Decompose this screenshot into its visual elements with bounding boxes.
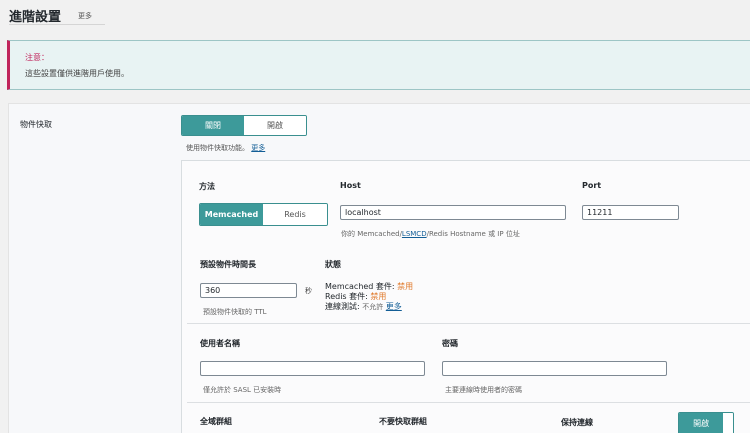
- object-cache-help: 使用物件快取功能。 更多: [186, 143, 265, 153]
- method-memcached-option[interactable]: Memcached: [200, 204, 263, 225]
- notice-text: 這些設置僅供進階用戶使用。: [25, 69, 129, 78]
- host-help: 你的 Memcached/LSMCD/Redis Hostname 或 IP 位…: [341, 229, 520, 239]
- object-cache-off-option[interactable]: 關閉: [182, 116, 244, 135]
- notice-title: 注意：: [25, 53, 49, 62]
- section-divider: [187, 323, 750, 324]
- toggle-knob[interactable]: [723, 413, 733, 433]
- ttl-label: 預設物件時間長: [200, 260, 256, 269]
- host-input[interactable]: localhost: [340, 205, 566, 220]
- method-toggle[interactable]: Memcached Redis: [199, 203, 328, 226]
- lsmcd-link[interactable]: LSMCD: [402, 230, 427, 238]
- memcached-status: Memcached 套件: 禁用: [325, 282, 413, 292]
- username-label: 使用者名稱: [200, 339, 240, 348]
- redis-status-value: 禁用: [370, 292, 387, 301]
- port-label: Port: [582, 181, 602, 190]
- method-label: 方法: [199, 182, 215, 191]
- notice-box: 注意： 這些設置僅供進階用戶使用。: [7, 40, 750, 90]
- connection-more-link[interactable]: 更多: [386, 302, 402, 311]
- memcached-status-label: Memcached 套件:: [325, 282, 395, 291]
- connection-status: 連線測試: 不允許 更多: [325, 302, 413, 312]
- object-cache-on-option[interactable]: 開啟: [244, 116, 306, 135]
- object-cache-more-link[interactable]: 更多: [251, 144, 265, 152]
- section-divider-2: [187, 402, 750, 403]
- redis-status-label: Redis 套件:: [325, 292, 368, 301]
- status-block: Memcached 套件: 禁用 Redis 套件: 禁用 連線測試: 不允許 …: [325, 282, 413, 312]
- username-input[interactable]: [200, 361, 425, 376]
- keep-connection-toggle[interactable]: 開啟: [678, 412, 734, 433]
- username-help: 僅允許於 SASL 已安裝時: [203, 386, 282, 394]
- password-input[interactable]: [442, 361, 667, 376]
- object-cache-toggle[interactable]: 關閉 開啟: [181, 115, 307, 136]
- keep-connection-label: 保持連線: [561, 418, 593, 427]
- port-input[interactable]: 11211: [582, 205, 679, 220]
- host-help-suffix: /Redis Hostname 或 IP 位址: [426, 230, 520, 238]
- ttl-unit: 秒: [305, 287, 312, 295]
- method-redis-option[interactable]: Redis: [263, 204, 327, 225]
- ttl-input[interactable]: 360: [200, 283, 297, 298]
- title-divider: [9, 24, 105, 25]
- password-label: 密碼: [442, 339, 458, 348]
- page-title: 進階設置: [9, 10, 62, 25]
- more-tab[interactable]: 更多: [78, 11, 92, 21]
- memcached-status-value: 禁用: [397, 282, 414, 291]
- host-help-prefix: 你的 Memcached/: [341, 230, 402, 238]
- object-cache-label: 物件快取: [20, 120, 52, 129]
- keep-connection-on-option[interactable]: 開啟: [679, 413, 724, 433]
- connection-status-value: 不允許: [362, 303, 384, 311]
- connection-status-label: 連線測試:: [325, 302, 360, 311]
- no-cache-groups-label: 不要快取群組: [379, 417, 427, 426]
- ttl-help: 預設物件快取的 TTL: [203, 308, 267, 316]
- status-label: 狀態: [325, 260, 341, 269]
- redis-status: Redis 套件: 禁用: [325, 292, 413, 302]
- host-label: Host: [340, 181, 361, 190]
- object-cache-help-text: 使用物件快取功能。: [186, 144, 249, 152]
- global-groups-label: 全域群組: [200, 417, 232, 426]
- password-help: 主要連線時使用者的密碼: [445, 386, 522, 394]
